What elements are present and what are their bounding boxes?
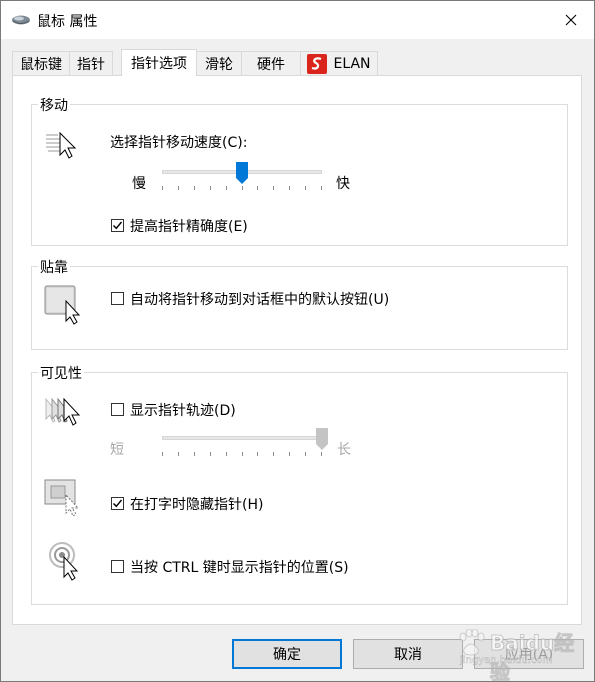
tab-pointers[interactable]: 指针 xyxy=(69,51,113,75)
slider-tick xyxy=(289,452,290,456)
hide-while-typing-icon xyxy=(44,479,84,523)
cancel-button[interactable]: 取消 xyxy=(353,639,463,669)
pointer-trails-label: 显示指针轨迹(D) xyxy=(130,403,236,419)
tab-elan[interactable]: ELAN xyxy=(300,51,378,75)
tab-label: 指针 xyxy=(77,56,105,73)
slider-tick xyxy=(194,452,195,456)
slider-tick xyxy=(305,186,306,190)
tab-buttons[interactable]: 鼠标键 xyxy=(12,51,70,75)
slider-tick xyxy=(273,186,274,190)
tab-pointer-options[interactable]: 指针选项 xyxy=(121,49,197,76)
slider-tick xyxy=(289,186,290,190)
show-location-ctrl-icon xyxy=(46,541,86,585)
group-title: 可见性 xyxy=(38,363,84,383)
cancel-label: 取消 xyxy=(394,647,422,663)
slider-tick xyxy=(257,186,258,190)
close-button[interactable] xyxy=(548,1,594,39)
ok-button[interactable]: 确定 xyxy=(232,639,342,669)
tab-label: 鼠标键 xyxy=(20,56,62,73)
enhance-precision-checkbox[interactable] xyxy=(111,219,124,232)
snap-to-default-label: 自动将指针移动到对话框中的默认按钮(U) xyxy=(130,292,390,308)
slider-tick xyxy=(226,452,227,456)
tab-strip: 鼠标键 指针 指针选项 滑轮 硬件 ELAN xyxy=(1,49,594,76)
trails-slider-ticks xyxy=(162,452,322,457)
pointer-trails-checkbox[interactable] xyxy=(111,403,124,416)
slider-tick xyxy=(178,452,179,456)
tab-hardware[interactable]: 硬件 xyxy=(241,51,301,75)
apply-button[interactable]: 应用(A) xyxy=(474,639,584,669)
group-title: 贴靠 xyxy=(38,257,70,277)
hide-while-typing-label: 在打字时隐藏指针(H) xyxy=(130,497,264,513)
slider-tick xyxy=(273,452,274,456)
pointer-speed-label: 选择指针移动速度(C): xyxy=(110,135,248,151)
slider-tick xyxy=(210,186,211,190)
slider-tick xyxy=(321,186,322,190)
tab-wheel[interactable]: 滑轮 xyxy=(196,51,242,75)
pointer-trails-icon xyxy=(44,395,84,435)
slider-tick xyxy=(257,452,258,456)
show-location-ctrl-label: 当按 CTRL 键时显示指针的位置(S) xyxy=(130,560,349,576)
snap-to-icon xyxy=(44,285,84,329)
slider-tick xyxy=(194,186,195,190)
slider-tick xyxy=(178,186,179,190)
snap-to-default-checkbox[interactable] xyxy=(111,292,124,305)
pointer-speed-icon xyxy=(44,127,84,167)
slider-tick xyxy=(162,186,163,190)
slider-tick xyxy=(242,452,243,456)
motion-group: 移动 选择指针移动速度(C): 慢 快 提高指针精确度(E) xyxy=(31,95,568,246)
trails-slider-track[interactable] xyxy=(162,436,322,440)
speed-slider-thumb[interactable] xyxy=(235,161,249,189)
short-label: 短 xyxy=(110,442,124,458)
mouse-icon xyxy=(11,14,31,30)
slider-tick xyxy=(226,186,227,190)
title-bar: 鼠标 属性 xyxy=(1,1,594,39)
window-title: 鼠标 属性 xyxy=(37,14,98,30)
tab-label: 指针选项 xyxy=(131,56,187,72)
slow-label: 慢 xyxy=(132,176,146,192)
fast-label: 快 xyxy=(336,176,350,192)
elan-logo-icon xyxy=(307,53,328,74)
ok-label: 确定 xyxy=(273,647,301,663)
snap-to-group: 贴靠 自动将指针移动到对话框中的默认按钮(U) xyxy=(31,257,568,350)
close-icon xyxy=(565,14,577,26)
show-location-ctrl-checkbox[interactable] xyxy=(111,560,124,573)
tab-label: ELAN xyxy=(333,55,371,72)
visibility-group: 可见性 显示指针轨迹(D) 短 长 在打字时隐藏指针(H) 当按 CTRL 键时… xyxy=(31,363,568,605)
slider-tick xyxy=(162,452,163,456)
pointer-options-panel: 移动 选择指针移动速度(C): 慢 快 提高指针精确度(E) 贴靠 自动将指针移… xyxy=(12,75,582,625)
tab-label: 滑轮 xyxy=(205,56,233,73)
long-label: 长 xyxy=(337,442,351,458)
tab-label: 硬件 xyxy=(257,56,285,73)
slider-tick xyxy=(210,452,211,456)
mouse-properties-window: 鼠标 属性 鼠标键 指针 指针选项 滑轮 硬件 ELAN 移动 选择指针移动速度… xyxy=(0,0,595,682)
hide-while-typing-checkbox[interactable] xyxy=(111,497,124,510)
group-title: 移动 xyxy=(38,95,70,115)
enhance-precision-label: 提高指针精确度(E) xyxy=(130,219,248,235)
slider-tick xyxy=(305,452,306,456)
apply-label: 应用(A) xyxy=(504,647,554,663)
trails-slider-thumb[interactable] xyxy=(315,427,329,455)
